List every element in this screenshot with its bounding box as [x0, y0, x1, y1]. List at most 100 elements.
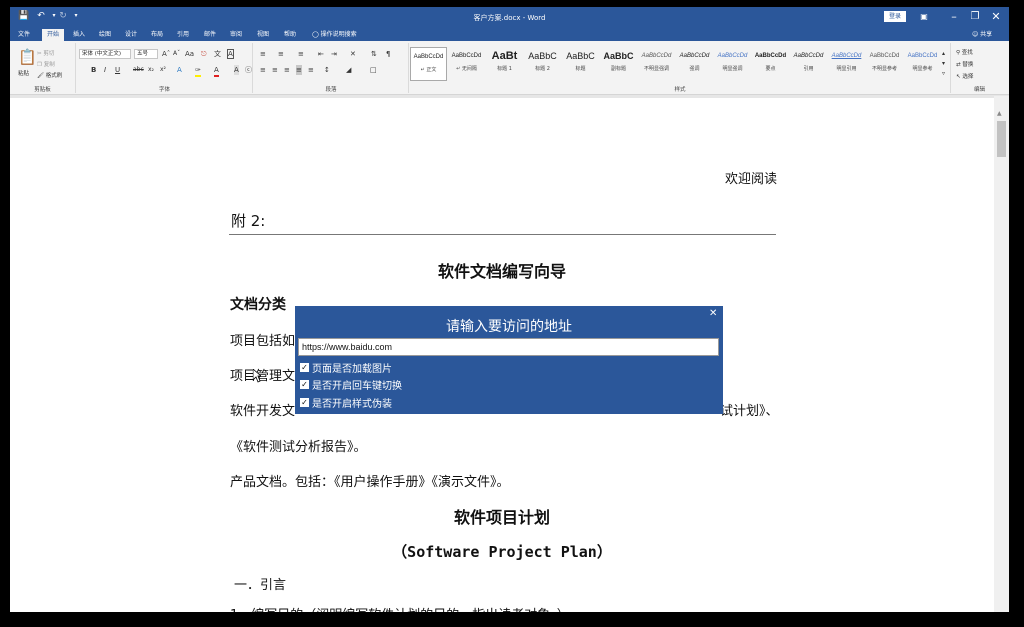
- style-subtle-reference[interactable]: AaBbCcDd 不明显参考: [866, 47, 903, 81]
- increase-indent-icon[interactable]: ⇥: [331, 49, 337, 59]
- underline-icon[interactable]: U: [115, 65, 120, 75]
- tab-mailings[interactable]: 邮件: [200, 29, 220, 41]
- enclose-char-icon[interactable]: ⓒ: [245, 65, 252, 75]
- styles-scroll-up-icon[interactable]: ▴: [942, 49, 945, 59]
- paragraph-group-label: 段落: [325, 87, 337, 93]
- header-text: 欢迎阅读: [725, 172, 778, 187]
- style-intense-emphasis[interactable]: AaBbCcDd 明显强调: [714, 47, 751, 81]
- style-sample: AaBbCcDd: [717, 53, 748, 59]
- option-label: 页面是否加载图片: [312, 363, 392, 375]
- url-input[interactable]: [298, 338, 719, 356]
- style-intense-reference[interactable]: AaBbCcDd 明显参考: [904, 47, 941, 81]
- close-icon[interactable]: ✕: [987, 9, 1005, 25]
- share-button[interactable]: ☺ 共享: [972, 29, 992, 41]
- style-sample: AaBbCcDd: [793, 53, 824, 59]
- style-heading-2[interactable]: AaBbC 标题 2: [524, 47, 561, 81]
- section-heading: 文档分类: [230, 297, 286, 313]
- style-name: 明显参考: [912, 66, 933, 72]
- select-button[interactable]: ↖ 选择: [956, 72, 973, 80]
- decrease-indent-icon[interactable]: ⇤: [318, 49, 324, 59]
- superscript-icon[interactable]: x²: [160, 65, 166, 75]
- checkbox-checked-icon[interactable]: ✓: [300, 397, 309, 407]
- ribbon-display-options-icon[interactable]: ▣: [915, 9, 933, 25]
- checkbox-checked-icon[interactable]: ✓: [300, 362, 309, 372]
- shading-icon[interactable]: ◢: [346, 65, 351, 75]
- option-load-images[interactable]: ✓ 页面是否加载图片: [300, 360, 392, 375]
- tab-review[interactable]: 审阅: [226, 29, 246, 41]
- checkbox-checked-icon[interactable]: ✓: [300, 379, 309, 389]
- align-left-icon[interactable]: ≡: [260, 65, 266, 75]
- highlight-icon[interactable]: ✑: [195, 65, 201, 77]
- justify-icon[interactable]: ≡: [296, 65, 302, 75]
- shrink-font-icon[interactable]: Aˇ: [173, 49, 180, 59]
- style-heading-1[interactable]: AaBt 标题 1: [486, 47, 523, 81]
- vertical-scrollbar[interactable]: ▲: [994, 96, 1009, 612]
- font-size-select[interactable]: 五号: [134, 49, 158, 59]
- style-subtle-emphasis[interactable]: AaBbCcDd 不明显强调: [638, 47, 675, 81]
- clear-format-icon[interactable]: ⎋: [201, 49, 207, 59]
- font-name-select[interactable]: 宋体 (中文正文): [79, 49, 131, 59]
- styles-scroll-down-icon[interactable]: ▾: [942, 59, 945, 69]
- tab-file[interactable]: 文件: [14, 29, 34, 41]
- tab-references[interactable]: 引用: [173, 29, 193, 41]
- change-case-icon[interactable]: Aa: [185, 49, 194, 59]
- tab-home[interactable]: 开始: [42, 29, 64, 41]
- tab-view[interactable]: 视图: [253, 29, 273, 41]
- bullets-icon[interactable]: ≡: [260, 49, 266, 59]
- style-normal[interactable]: AaBbCcDd ↵ 正文: [410, 47, 447, 81]
- paste-icon[interactable]: 📋: [18, 49, 37, 65]
- style-subtitle[interactable]: AaBbC 副标题: [600, 47, 637, 81]
- restore-icon[interactable]: ❐: [966, 9, 984, 25]
- align-center-icon[interactable]: ≡: [272, 65, 278, 75]
- strikethrough-icon[interactable]: abc: [133, 65, 144, 75]
- styles-more-icon[interactable]: ▿: [942, 69, 945, 79]
- phonetic-guide-icon[interactable]: 文: [214, 49, 221, 59]
- scroll-up-icon[interactable]: ▲: [997, 110, 1002, 117]
- scrollbar-thumb[interactable]: [997, 121, 1006, 157]
- format-painter-button[interactable]: 🖌 格式刷: [37, 71, 62, 79]
- paste-button[interactable]: 粘贴: [18, 69, 29, 77]
- numbering-icon[interactable]: ≡: [278, 49, 284, 59]
- style-intense-quote[interactable]: AaBbCcDd 明显引用: [828, 47, 865, 81]
- copy-button[interactable]: ❐ 复制: [37, 60, 55, 68]
- grow-font-icon[interactable]: Aˆ: [162, 49, 170, 59]
- char-shading-icon[interactable]: A: [234, 65, 239, 75]
- subscript-icon[interactable]: x₂: [148, 65, 154, 75]
- tell-me-search[interactable]: ◯ 操作说明搜索: [312, 29, 357, 41]
- style-sample: AaBbC: [566, 51, 595, 61]
- style-name: 要点: [765, 66, 776, 72]
- tab-layout[interactable]: 布局: [147, 29, 167, 41]
- style-emphasis[interactable]: AaBbCcDd 强调: [676, 47, 713, 81]
- style-no-spacing[interactable]: AaBbCcDd ↵ 无间隔: [448, 47, 485, 81]
- bold-icon[interactable]: B: [91, 65, 96, 75]
- find-button[interactable]: ⚲ 查找: [956, 48, 973, 56]
- style-strong[interactable]: AaBbCcDd 要点: [752, 47, 789, 81]
- multilevel-list-icon[interactable]: ≡: [298, 49, 304, 59]
- tab-draw[interactable]: 绘图: [95, 29, 115, 41]
- sort-icon[interactable]: ⇅: [371, 49, 377, 59]
- minimize-icon[interactable]: –: [945, 9, 963, 25]
- login-button[interactable]: 登录: [884, 11, 906, 22]
- cut-button[interactable]: ✂ 剪切: [37, 49, 54, 57]
- show-marks-icon[interactable]: ¶: [386, 49, 390, 59]
- borders-icon[interactable]: □: [370, 65, 377, 75]
- replace-button[interactable]: ⇄ 替换: [956, 60, 973, 68]
- font-color-icon[interactable]: A: [214, 65, 219, 77]
- text-effects-icon[interactable]: A: [177, 65, 182, 75]
- align-right-icon[interactable]: ≡: [284, 65, 290, 75]
- tab-help[interactable]: 帮助: [280, 29, 300, 41]
- line-spacing-icon[interactable]: ↕: [324, 65, 330, 75]
- distributed-icon[interactable]: ≡: [308, 65, 314, 75]
- italic-icon[interactable]: I: [104, 65, 106, 75]
- char-border-icon[interactable]: A: [227, 49, 234, 59]
- option-style-disguise[interactable]: ✓ 是否开启样式伪装: [300, 395, 392, 410]
- plan-subtitle: （Software Project Plan）: [392, 543, 612, 561]
- style-quote[interactable]: AaBbCcDd 引用: [790, 47, 827, 81]
- chinese-layout-icon[interactable]: ✕: [350, 49, 356, 59]
- close-icon[interactable]: ✕: [709, 308, 717, 319]
- tab-insert[interactable]: 插入: [69, 29, 89, 41]
- style-title[interactable]: AaBbC 标题: [562, 47, 599, 81]
- option-enter-switch[interactable]: ✓ 是否开启回车键切换: [300, 377, 402, 392]
- tell-me-label: 操作说明搜索: [320, 31, 357, 38]
- tab-design[interactable]: 设计: [121, 29, 141, 41]
